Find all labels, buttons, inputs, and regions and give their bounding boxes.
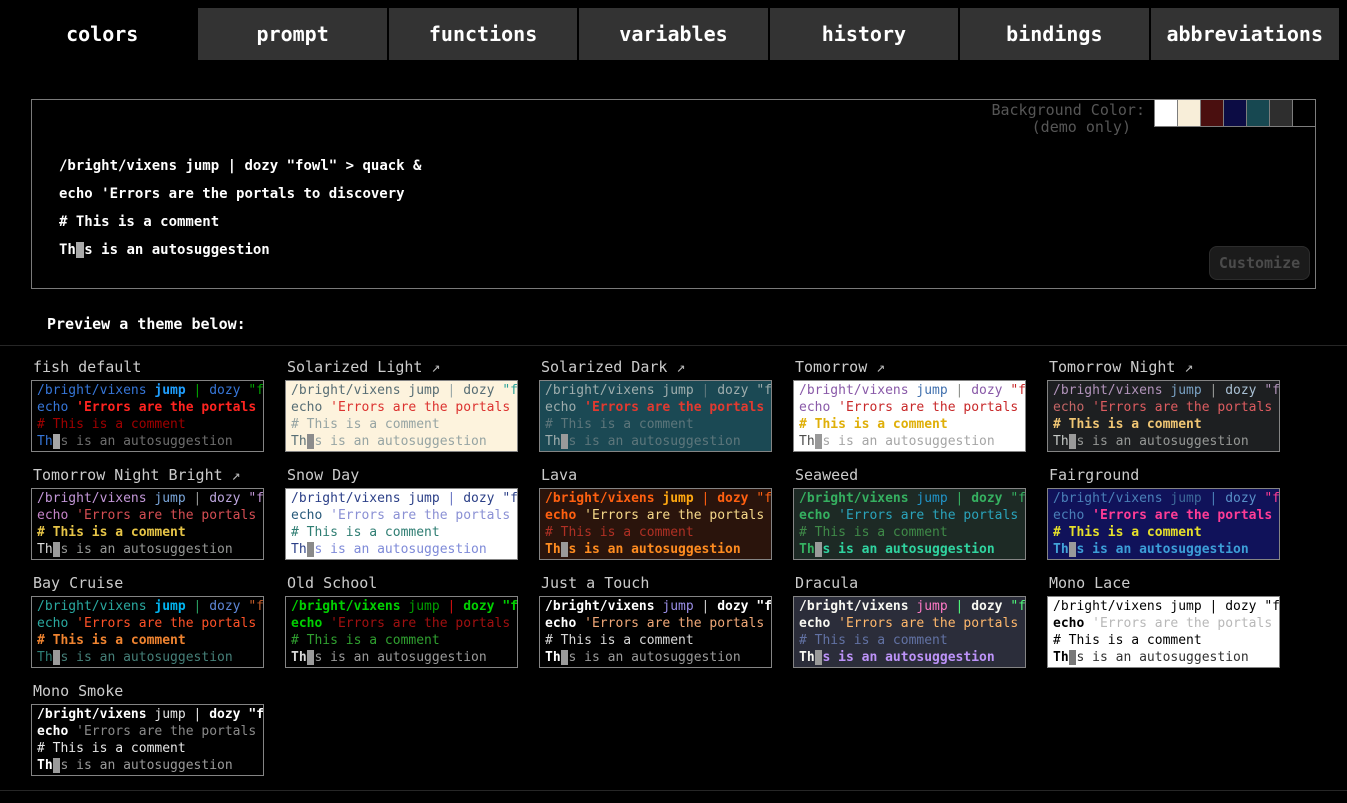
theme-preview-fairground[interactable]: /bright/vixens jump | dozy "fowl" > quac… <box>1047 488 1280 560</box>
bg-swatch-f8eed9[interactable] <box>1177 99 1201 127</box>
theme-cell-tomorrow-night-bright: Tomorrow Night Bright ↗ /bright/vixens ju… <box>31 466 264 560</box>
bg-swatch-4a0f0f[interactable] <box>1200 99 1224 127</box>
terminal-sample-text: /bright/vixens jump | dozy "fowl" > quac… <box>59 152 421 264</box>
theme-title-snow-day: Snow Day <box>287 466 518 484</box>
section-title: Preview a theme below: <box>47 315 1347 333</box>
theme-title-seaweed: Seaweed <box>795 466 1026 484</box>
external-link-icon[interactable]: ↗ <box>223 466 241 484</box>
bg-swatch-000000[interactable] <box>1292 99 1316 127</box>
theme-title-tomorrow-night[interactable]: Tomorrow Night ↗ <box>1049 358 1280 376</box>
theme-cell-dracula: Dracula/bright/vixens jump | dozy "fowl"… <box>793 574 1026 668</box>
theme-title-solarized-light[interactable]: Solarized Light ↗ <box>287 358 518 376</box>
tab-prompt[interactable]: prompt <box>198 8 386 60</box>
theme-title-solarized-dark[interactable]: Solarized Dark ↗ <box>541 358 772 376</box>
theme-title-old-school: Old School <box>287 574 518 592</box>
theme-preview-mono-lace[interactable]: /bright/vixens jump | dozy "fowl" > quac… <box>1047 596 1280 668</box>
theme-cell-tomorrow-night: Tomorrow Night ↗ /bright/vixens jump | do… <box>1047 358 1280 452</box>
theme-preview-tomorrow-night[interactable]: /bright/vixens jump | dozy "fowl" > quac… <box>1047 380 1280 452</box>
theme-cell-solarized-dark: Solarized Dark ↗ /bright/vixens jump | do… <box>539 358 772 452</box>
theme-title-fairground: Fairground <box>1049 466 1280 484</box>
external-link-icon[interactable]: ↗ <box>1175 358 1193 376</box>
theme-title-mono-lace: Mono Lace <box>1049 574 1280 592</box>
theme-cell-lava: Lava/bright/vixens jump | dozy "fowl" > … <box>539 466 772 560</box>
theme-title-dracula: Dracula <box>795 574 1026 592</box>
external-link-icon[interactable]: ↗ <box>422 358 440 376</box>
terminal-preview-panel: Background Color: (demo only) /bright/vi… <box>31 99 1316 289</box>
external-link-icon[interactable]: ↗ <box>667 358 685 376</box>
bg-swatch-2e2e2e[interactable] <box>1269 99 1293 127</box>
background-swatches <box>1155 99 1316 127</box>
theme-preview-just-a-touch[interactable]: /bright/vixens jump | dozy "fowl" > quac… <box>539 596 772 668</box>
background-color-control: Background Color: (demo only) <box>991 99 1316 136</box>
theme-cell-tomorrow: Tomorrow ↗ /bright/vixens jump | dozy "fo… <box>793 358 1026 452</box>
tab-abbreviations[interactable]: abbreviations <box>1151 8 1339 60</box>
theme-cell-just-a-touch: Just a Touch/bright/vixens jump | dozy "… <box>539 574 772 668</box>
tab-colors[interactable]: colors <box>8 8 196 60</box>
theme-preview-solarized-light[interactable]: /bright/vixens jump | dozy "fowl" > quac… <box>285 380 518 452</box>
theme-preview-mono-smoke[interactable]: /bright/vixens jump | dozy "fowl" > quac… <box>31 704 264 776</box>
theme-grid: fish default/bright/vixens jump | dozy "… <box>0 345 1347 791</box>
theme-preview-tomorrow-night-bright[interactable]: /bright/vixens jump | dozy "fowl" > quac… <box>31 488 264 560</box>
bg-swatch-ffffff[interactable] <box>1154 99 1178 127</box>
external-link-icon[interactable]: ↗ <box>867 358 885 376</box>
theme-preview-tomorrow[interactable]: /bright/vixens jump | dozy "fowl" > quac… <box>793 380 1026 452</box>
theme-preview-dracula[interactable]: /bright/vixens jump | dozy "fowl" > quac… <box>793 596 1026 668</box>
theme-cell-seaweed: Seaweed/bright/vixens jump | dozy "fowl"… <box>793 466 1026 560</box>
theme-preview-lava[interactable]: /bright/vixens jump | dozy "fowl" > quac… <box>539 488 772 560</box>
theme-title-mono-smoke: Mono Smoke <box>33 682 264 700</box>
background-color-label: Background Color: (demo only) <box>991 102 1145 136</box>
theme-title-tomorrow-night-bright[interactable]: Tomorrow Night Bright ↗ <box>33 466 264 484</box>
tab-bindings[interactable]: bindings <box>960 8 1148 60</box>
theme-cell-old-school: Old School/bright/vixens jump | dozy "fo… <box>285 574 518 668</box>
tab-functions[interactable]: functions <box>389 8 577 60</box>
theme-cell-mono-lace: Mono Lace/bright/vixens jump | dozy "fow… <box>1047 574 1280 668</box>
customize-button[interactable]: Customize <box>1209 246 1310 280</box>
theme-title-lava: Lava <box>541 466 772 484</box>
theme-title-fish-default: fish default <box>33 358 264 376</box>
theme-preview-seaweed[interactable]: /bright/vixens jump | dozy "fowl" > quac… <box>793 488 1026 560</box>
bg-swatch-174851[interactable] <box>1246 99 1270 127</box>
theme-cell-fish-default: fish default/bright/vixens jump | dozy "… <box>31 358 264 452</box>
theme-cell-fairground: Fairground/bright/vixens jump | dozy "fo… <box>1047 466 1280 560</box>
theme-title-just-a-touch: Just a Touch <box>541 574 772 592</box>
theme-title-tomorrow[interactable]: Tomorrow ↗ <box>795 358 1026 376</box>
theme-preview-bay-cruise[interactable]: /bright/vixens jump | dozy "fowl" > quac… <box>31 596 264 668</box>
tab-history[interactable]: history <box>770 8 958 60</box>
theme-preview-fish-default[interactable]: /bright/vixens jump | dozy "fowl" > quac… <box>31 380 264 452</box>
tab-variables[interactable]: variables <box>579 8 767 60</box>
theme-cell-snow-day: Snow Day/bright/vixens jump | dozy "fowl… <box>285 466 518 560</box>
fish-config-page: { "tabs": [ {"label": "colors", "active"… <box>0 0 1347 803</box>
theme-preview-snow-day[interactable]: /bright/vixens jump | dozy "fowl" > quac… <box>285 488 518 560</box>
tab-bar: colorspromptfunctionsvariableshistorybin… <box>0 0 1347 60</box>
theme-cell-bay-cruise: Bay Cruise/bright/vixens jump | dozy "fo… <box>31 574 264 668</box>
colors-tab-content: Background Color: (demo only) /bright/vi… <box>0 99 1347 791</box>
theme-preview-old-school[interactable]: /bright/vixens jump | dozy "fowl" > quac… <box>285 596 518 668</box>
theme-cell-mono-smoke: Mono Smoke/bright/vixens jump | dozy "fo… <box>31 682 264 776</box>
theme-cell-solarized-light: Solarized Light ↗ /bright/vixens jump | d… <box>285 358 518 452</box>
theme-preview-solarized-dark[interactable]: /bright/vixens jump | dozy "fowl" > quac… <box>539 380 772 452</box>
bg-swatch-0c0c44[interactable] <box>1223 99 1247 127</box>
theme-title-bay-cruise: Bay Cruise <box>33 574 264 592</box>
